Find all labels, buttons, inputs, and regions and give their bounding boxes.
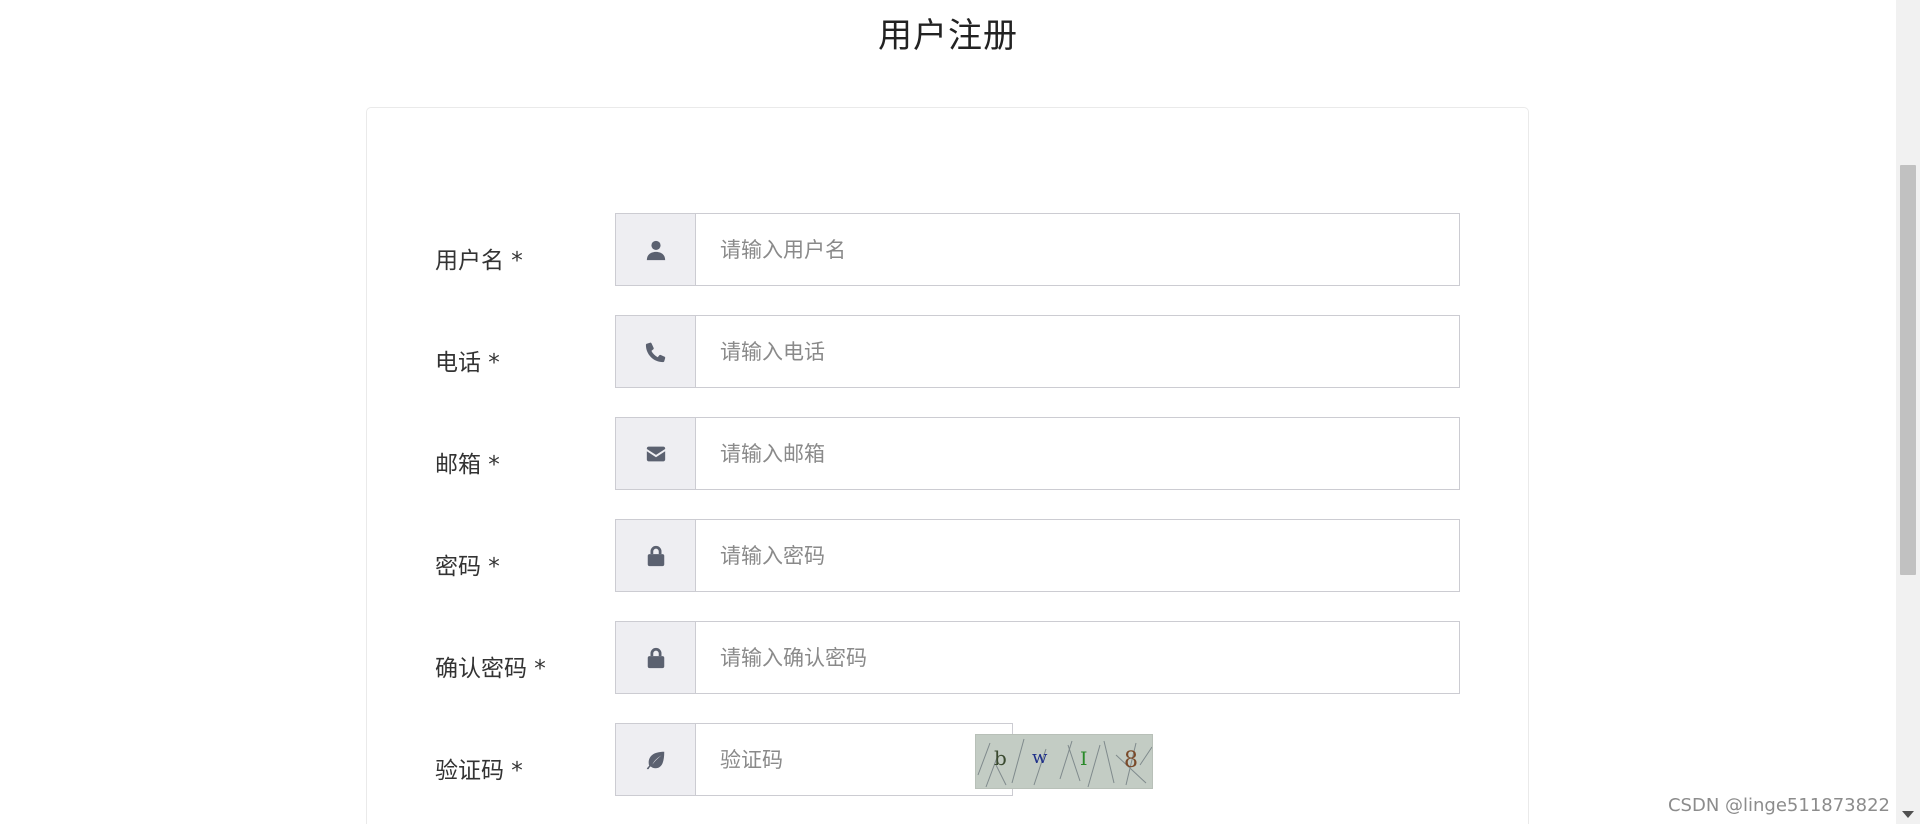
scrollbar-thumb[interactable] [1900,165,1916,575]
lock-icon [615,621,696,694]
email-input[interactable] [696,417,1460,490]
captcha-input-group [615,723,1013,796]
captcha-char: 8 [1124,748,1138,773]
register-form-card: 用户名 * 电话 * 邮箱 * 密码 * [366,107,1529,824]
lock-icon [615,519,696,592]
password-input-group [615,519,1460,592]
password-row: 密码 * [367,519,1528,592]
phone-row: 电话 * [367,315,1528,388]
captcha-label: 验证码 * [435,758,523,784]
user-icon [615,213,696,286]
captcha-char: I [1080,748,1088,770]
leaf-icon [615,723,696,796]
phone-input[interactable] [696,315,1460,388]
confirm-password-input-group [615,621,1460,694]
captcha-image[interactable]: b w I 8 [975,734,1153,789]
confirm-password-label: 确认密码 * [435,656,546,682]
captcha-row: 验证码 * b w I 8 [367,723,1528,796]
confirm-password-row: 确认密码 * [367,621,1528,694]
confirm-password-input[interactable] [696,621,1460,694]
username-input[interactable] [696,213,1460,286]
captcha-char: w [1032,747,1048,768]
phone-input-group [615,315,1460,388]
password-input[interactable] [696,519,1460,592]
password-label: 密码 * [435,554,500,580]
phone-label: 电话 * [435,350,500,376]
vertical-scrollbar[interactable] [1896,0,1920,824]
captcha-char: b [994,746,1007,770]
watermark: CSDN @linge511873822 [1667,795,1890,816]
captcha-input[interactable] [696,723,1013,796]
email-input-group [615,417,1460,490]
envelope-icon [615,417,696,490]
page-title: 用户注册 [878,16,1018,56]
username-input-group [615,213,1460,286]
scroll-down-arrow-icon[interactable] [1902,811,1914,818]
username-row: 用户名 * [367,213,1528,286]
phone-icon [615,315,696,388]
username-label: 用户名 * [435,248,523,274]
email-label: 邮箱 * [435,452,500,478]
email-row: 邮箱 * [367,417,1528,490]
